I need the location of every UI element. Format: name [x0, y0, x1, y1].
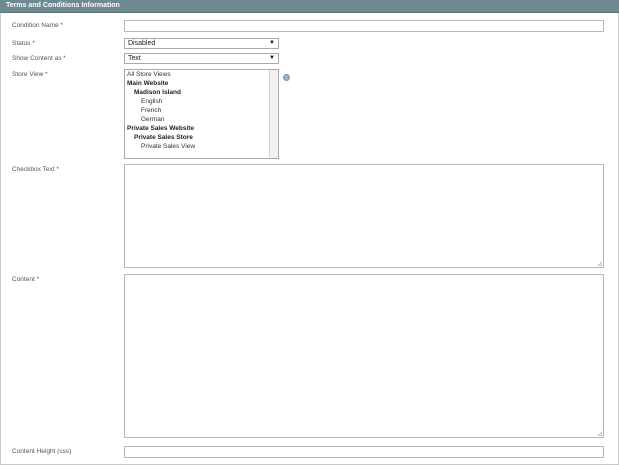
condition-name-input[interactable]	[124, 20, 604, 32]
content-label: Content *	[12, 276, 40, 283]
chevron-down-icon: ▼	[269, 55, 275, 61]
store-view-label: Store View *	[12, 71, 48, 78]
multiselect-scrollbar[interactable]	[269, 70, 278, 158]
store-option[interactable]: German	[141, 116, 164, 123]
content-height-input[interactable]	[124, 446, 604, 458]
section-header: Terms and Conditions Information	[0, 0, 619, 13]
store-option[interactable]: English	[141, 98, 162, 105]
content-textarea[interactable]	[124, 274, 604, 438]
store-option[interactable]: Private Sales Website	[127, 125, 194, 132]
section-title: Terms and Conditions Information	[6, 2, 120, 9]
show-content-as-value: Text	[128, 55, 141, 62]
show-content-as-label: Show Content as *	[12, 55, 66, 62]
store-option[interactable]: Private Sales Store	[134, 134, 193, 141]
condition-name-label: Condition Name *	[12, 22, 63, 29]
store-option[interactable]: French	[141, 107, 161, 114]
checkbox-text-label: Checkbox Text *	[12, 166, 59, 173]
help-icon[interactable]	[283, 74, 290, 81]
store-view-multiselect[interactable]: All Store Views Main Website Madison Isl…	[124, 69, 279, 159]
show-content-as-select[interactable]: Text ▼	[124, 53, 279, 64]
content-height-label: Content Height (css)	[12, 448, 72, 455]
store-option[interactable]: Private Sales View	[141, 143, 195, 150]
resize-grip-icon[interactable]	[597, 431, 602, 436]
status-value: Disabled	[128, 40, 156, 47]
checkbox-text-textarea[interactable]	[124, 164, 604, 268]
chevron-down-icon: ▼	[269, 40, 275, 46]
store-option[interactable]: All Store Views	[127, 71, 171, 78]
resize-grip-icon[interactable]	[597, 261, 602, 266]
store-option[interactable]: Main Website	[127, 80, 168, 87]
status-select[interactable]: Disabled ▼	[124, 38, 279, 49]
store-option[interactable]: Madison Island	[134, 89, 181, 96]
status-label: Status *	[12, 40, 35, 47]
